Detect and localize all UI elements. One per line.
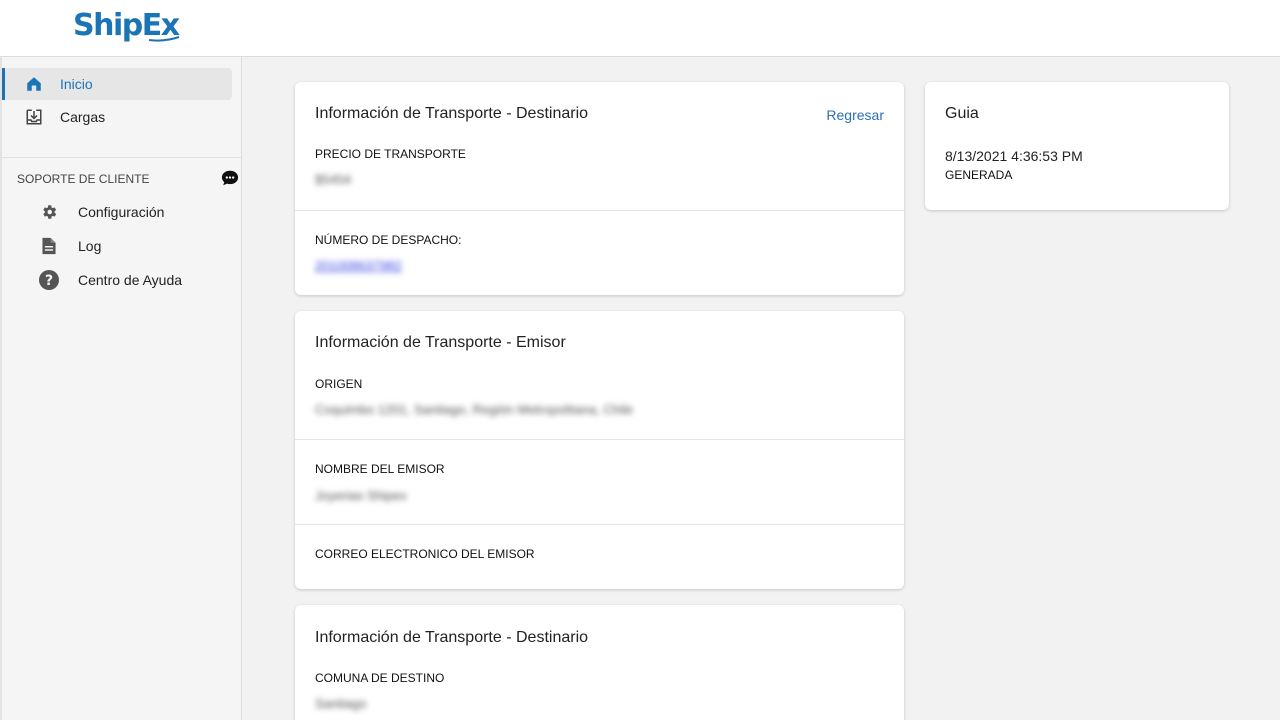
commune-label: COMUNA DE DESTINO [315, 671, 445, 685]
sidebar-item-label: Cargas [60, 109, 106, 125]
dispatch-number-link[interactable]: 201008637982 [315, 258, 402, 273]
gear-icon [38, 201, 60, 223]
card-divider [295, 210, 904, 211]
guia-card: Guia 8/13/2021 4:36:53 PM GENERADA [925, 82, 1229, 210]
card-title: Información de Transporte - Destinario [315, 629, 589, 646]
commune-value: Santiago [315, 696, 367, 711]
guia-status: GENERADA [945, 168, 1013, 182]
transport-destination-card: Información de Transporte - Destinario R… [295, 82, 904, 295]
top-bar: ShipEx [0, 0, 1280, 57]
sidebar-item-configuracion[interactable]: Configuración [38, 198, 164, 226]
help-circle-icon: ? [38, 269, 60, 291]
card-title: Información de Transporte - Destinario [315, 105, 589, 122]
sidebar-item-label: Inicio [60, 76, 93, 92]
sidebar-item-cargas[interactable]: Cargas [2, 101, 105, 133]
sidebar-item-label: Log [78, 238, 102, 254]
document-icon [38, 235, 60, 257]
dispatch-number-label: NÚMERO DE DESPACHO: [315, 233, 462, 247]
card-divider [295, 524, 904, 525]
sender-name-label: NOMBRE DEL EMISOR [315, 462, 445, 476]
sidebar-item-log[interactable]: Log [38, 232, 101, 260]
sidebar-item-centro-ayuda[interactable]: ? Centro de Ayuda [38, 266, 182, 294]
origin-label: ORIGEN [315, 377, 363, 391]
sender-name-value: Joyerias Shipex [315, 488, 407, 503]
logo-swoosh-icon [148, 36, 180, 42]
back-link[interactable]: Regresar [826, 107, 884, 123]
chat-bubble-icon[interactable] [221, 169, 239, 187]
price-label: PRECIO DE TRANSPORTE [315, 147, 466, 161]
transport-destination-commune-card: Información de Transporte - Destinario C… [295, 605, 904, 720]
card-divider [295, 439, 904, 440]
support-section-title: SOPORTE DE CLIENTE [17, 172, 150, 186]
sidebar-item-inicio[interactable]: Inicio [2, 68, 232, 100]
card-title: Información de Transporte - Emisor [315, 334, 566, 351]
sidebar-item-label: Centro de Ayuda [78, 272, 183, 288]
home-icon [24, 74, 44, 94]
transport-sender-card: Información de Transporte - Emisor ORIGE… [295, 311, 904, 589]
guia-title: Guia [945, 105, 979, 122]
download-tray-icon [24, 107, 44, 127]
sender-email-label: CORREO ELECTRONICO DEL EMISOR [315, 547, 535, 561]
price-value: $5454 [315, 172, 352, 187]
origin-value: Coquimbo 1201, Santiago, Región Metropol… [315, 402, 633, 417]
guia-datetime: 8/13/2021 4:36:53 PM [945, 148, 1083, 164]
svg-text:?: ? [45, 273, 53, 289]
sidebar-divider [2, 157, 241, 158]
sidebar-item-label: Configuración [78, 204, 165, 220]
